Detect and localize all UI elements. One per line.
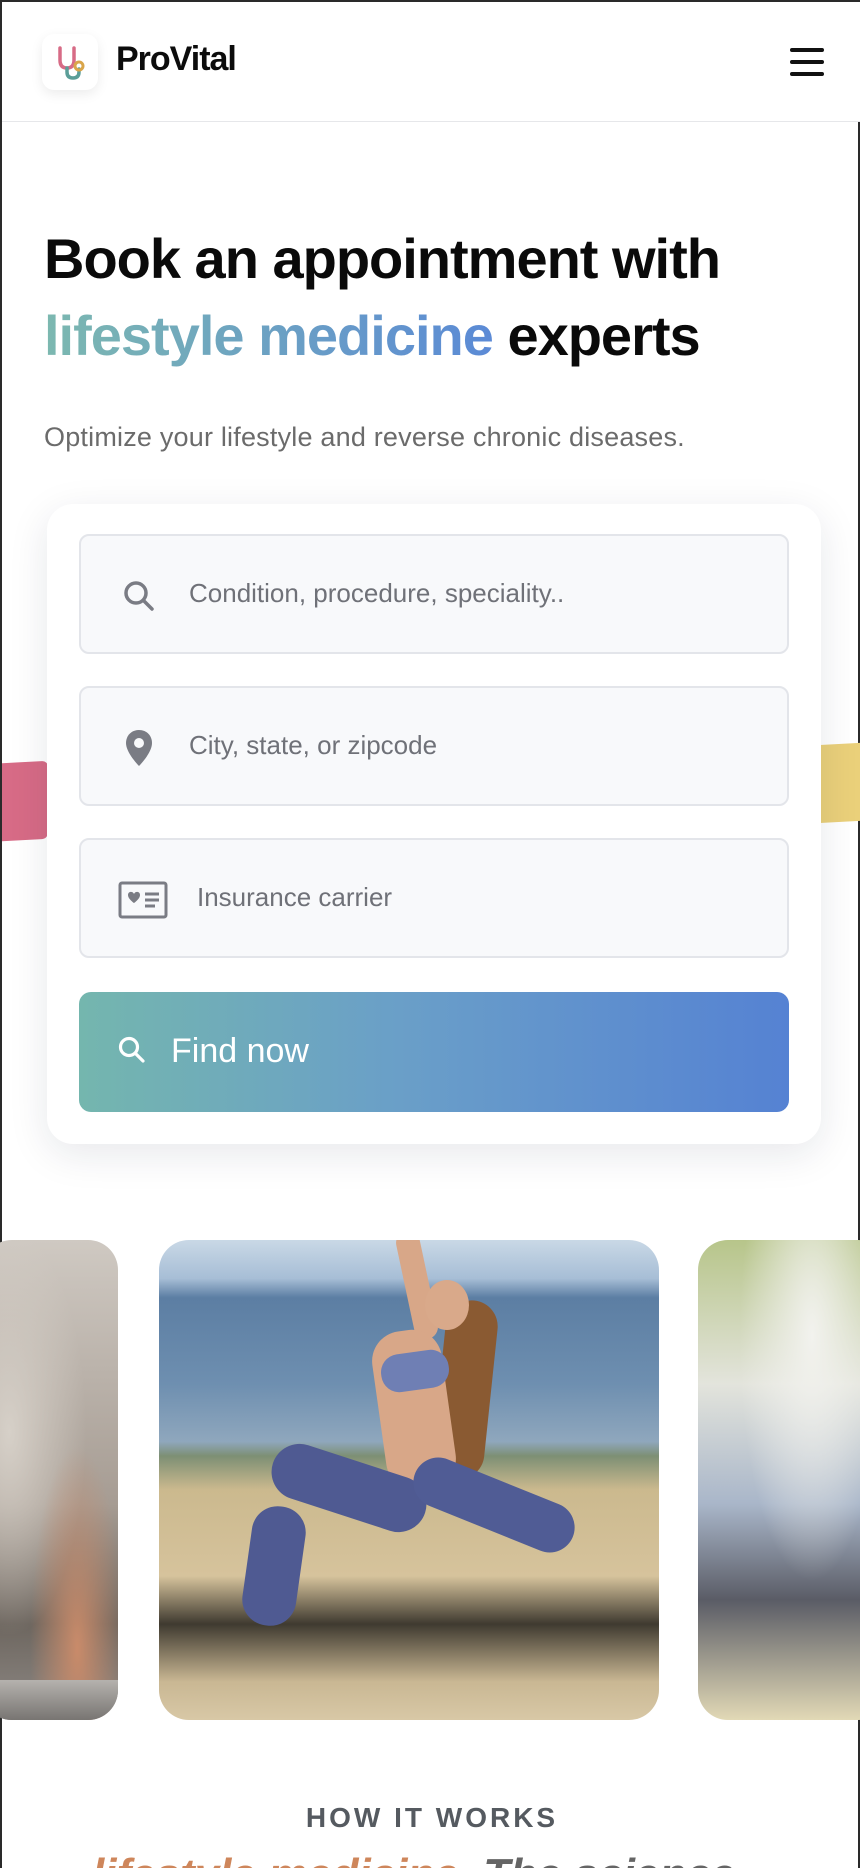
hamburger-menu-icon[interactable] bbox=[790, 48, 824, 76]
how-it-works-heading: HOW IT WORKS bbox=[305, 1802, 559, 1833]
figure-head bbox=[425, 1280, 469, 1330]
search-icon bbox=[115, 1034, 149, 1068]
title-end: experts bbox=[507, 304, 700, 367]
location-field[interactable]: City, state, or zipcode bbox=[79, 686, 789, 806]
map-pin-icon bbox=[119, 728, 159, 768]
figure-shin-front bbox=[238, 1502, 310, 1630]
condition-search-field[interactable]: Condition, procedure, speciality.. bbox=[79, 534, 789, 654]
section-peek-text: lifestyle medicine. The science bbox=[92, 1850, 735, 1868]
condition-placeholder: Condition, procedure, speciality.. bbox=[189, 578, 565, 608]
find-now-label: Find now bbox=[171, 1032, 309, 1070]
title-accent: lifestyle medicine bbox=[44, 304, 494, 367]
find-now-button[interactable]: Find now bbox=[79, 992, 789, 1112]
yoga-beach-photo[interactable] bbox=[159, 1240, 659, 1720]
cooking-photo[interactable] bbox=[0, 1240, 118, 1720]
insurance-field[interactable]: Insurance carrier bbox=[79, 838, 789, 958]
page-title: Book an appointment with lifestyle medic… bbox=[44, 220, 804, 374]
hero-subtitle: Optimize your lifestyle and reverse chro… bbox=[44, 422, 685, 452]
insurance-card-icon bbox=[117, 880, 169, 920]
search-card: Condition, procedure, speciality.. City,… bbox=[47, 504, 821, 1144]
brand-name[interactable]: ProVital bbox=[116, 40, 237, 79]
top-nav: ProVital bbox=[2, 2, 860, 122]
decoration-pink-ribbon bbox=[2, 760, 48, 842]
peek-dark: The science bbox=[483, 1850, 735, 1868]
location-placeholder: City, state, or zipcode bbox=[189, 730, 438, 760]
peek-colored: lifestyle medicine. bbox=[92, 1850, 471, 1868]
search-icon bbox=[119, 576, 159, 616]
stethoscope-icon bbox=[58, 46, 85, 80]
title-line-1: Book an appointment with bbox=[44, 227, 721, 290]
logo[interactable] bbox=[42, 34, 98, 90]
figure-leg-back bbox=[405, 1449, 583, 1561]
pot-shape bbox=[0, 1680, 118, 1720]
gardening-photo[interactable] bbox=[698, 1240, 860, 1720]
insurance-placeholder: Insurance carrier bbox=[197, 882, 393, 912]
